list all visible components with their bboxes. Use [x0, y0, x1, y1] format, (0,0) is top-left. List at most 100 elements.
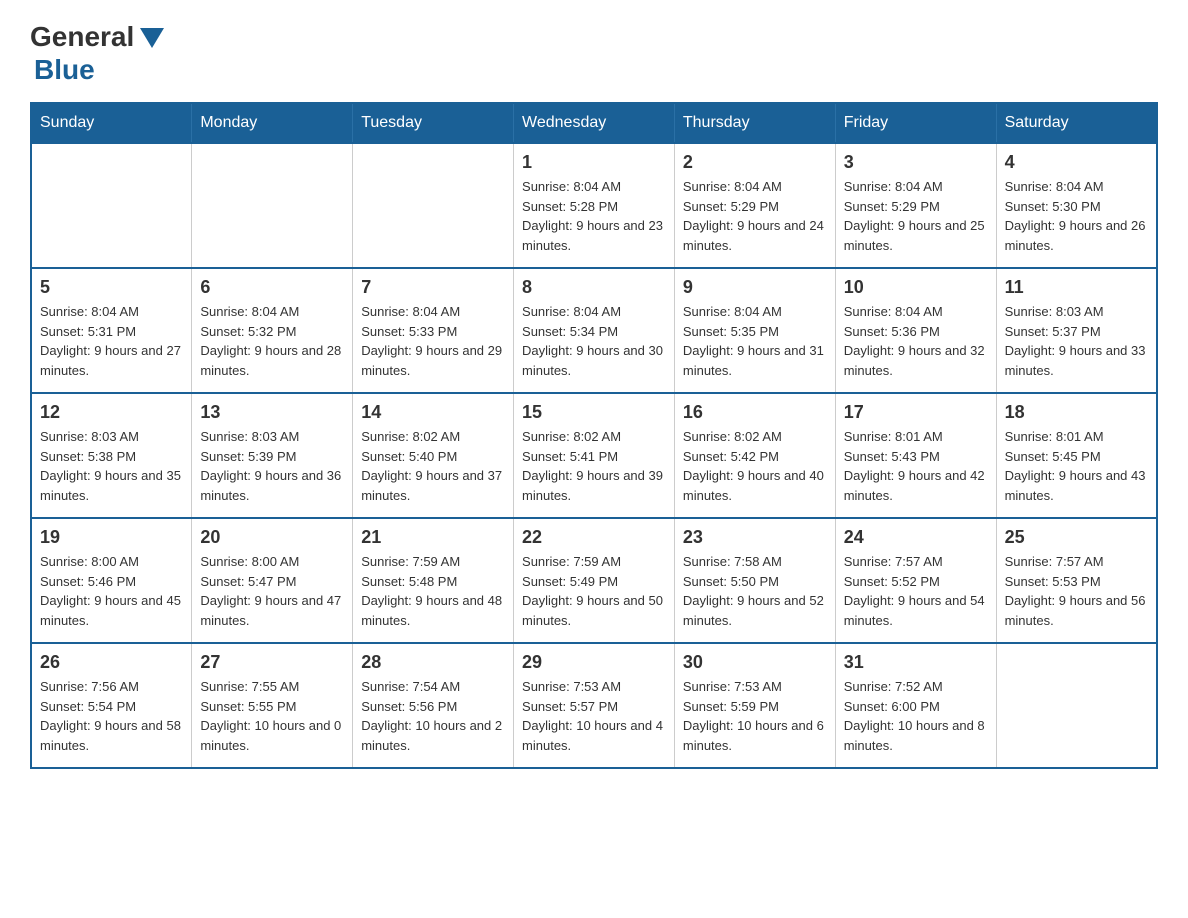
- day-number: 21: [361, 527, 505, 548]
- day-info: Sunrise: 8:04 AM Sunset: 5:29 PM Dayligh…: [683, 177, 827, 255]
- day-info: Sunrise: 7:56 AM Sunset: 5:54 PM Dayligh…: [40, 677, 183, 755]
- day-info: Sunrise: 8:03 AM Sunset: 5:37 PM Dayligh…: [1005, 302, 1148, 380]
- day-number: 6: [200, 277, 344, 298]
- day-info: Sunrise: 8:04 AM Sunset: 5:33 PM Dayligh…: [361, 302, 505, 380]
- day-number: 8: [522, 277, 666, 298]
- calendar-week-0: 1Sunrise: 8:04 AM Sunset: 5:28 PM Daylig…: [31, 143, 1157, 268]
- day-info: Sunrise: 8:02 AM Sunset: 5:42 PM Dayligh…: [683, 427, 827, 505]
- day-number: 15: [522, 402, 666, 423]
- day-info: Sunrise: 8:04 AM Sunset: 5:30 PM Dayligh…: [1005, 177, 1148, 255]
- day-number: 14: [361, 402, 505, 423]
- day-number: 5: [40, 277, 183, 298]
- calendar-header: SundayMondayTuesdayWednesdayThursdayFrid…: [31, 103, 1157, 143]
- calendar-cell: 16 Sunrise: 8:02 AM Sunset: 5:42 PM Dayli…: [674, 393, 835, 518]
- calendar-cell: 19 Sunrise: 8:00 AM Sunset: 5:46 PM Dayli…: [31, 518, 192, 643]
- day-info: Sunrise: 7:55 AM Sunset: 5:55 PM Dayligh…: [200, 677, 344, 755]
- day-info: Sunrise: 8:04 AM Sunset: 5:34 PM Dayligh…: [522, 302, 666, 380]
- calendar-cell: 15Sunrise: 8:02 AM Sunset: 5:41 PM Dayli…: [514, 393, 675, 518]
- calendar-cell: 8 Sunrise: 8:04 AM Sunset: 5:34 PM Daylig…: [514, 268, 675, 393]
- day-number: 12: [40, 402, 183, 423]
- day-number: 26: [40, 652, 183, 673]
- day-info: Sunrise: 8:04 AM Sunset: 5:29 PM Dayligh…: [844, 177, 988, 255]
- calendar-cell: 29 Sunrise: 7:53 AM Sunset: 5:57 PM Dayli…: [514, 643, 675, 768]
- day-info: Sunrise: 8:03 AM Sunset: 5:38 PM Dayligh…: [40, 427, 183, 505]
- header-cell-sunday: Sunday: [31, 103, 192, 143]
- calendar-week-2: 12 Sunrise: 8:03 AM Sunset: 5:38 PM Dayli…: [31, 393, 1157, 518]
- calendar-cell: 11Sunrise: 8:03 AM Sunset: 5:37 PM Dayli…: [996, 268, 1157, 393]
- day-info: Sunrise: 7:52 AM Sunset: 6:00 PM Dayligh…: [844, 677, 988, 755]
- calendar-cell: 17Sunrise: 8:01 AM Sunset: 5:43 PM Dayli…: [835, 393, 996, 518]
- day-number: 4: [1005, 152, 1148, 173]
- calendar-cell: 27 Sunrise: 7:55 AM Sunset: 5:55 PM Dayli…: [192, 643, 353, 768]
- day-number: 31: [844, 652, 988, 673]
- calendar-week-4: 26 Sunrise: 7:56 AM Sunset: 5:54 PM Dayli…: [31, 643, 1157, 768]
- day-number: 29: [522, 652, 666, 673]
- calendar-cell: 3 Sunrise: 8:04 AM Sunset: 5:29 PM Daylig…: [835, 143, 996, 268]
- day-info: Sunrise: 7:57 AM Sunset: 5:53 PM Dayligh…: [1005, 552, 1148, 630]
- day-info: Sunrise: 7:53 AM Sunset: 5:57 PM Dayligh…: [522, 677, 666, 755]
- calendar-week-3: 19 Sunrise: 8:00 AM Sunset: 5:46 PM Dayli…: [31, 518, 1157, 643]
- day-number: 16: [683, 402, 827, 423]
- calendar-cell: 2Sunrise: 8:04 AM Sunset: 5:29 PM Daylig…: [674, 143, 835, 268]
- day-info: Sunrise: 8:00 AM Sunset: 5:47 PM Dayligh…: [200, 552, 344, 630]
- calendar-cell: 20 Sunrise: 8:00 AM Sunset: 5:47 PM Dayli…: [192, 518, 353, 643]
- calendar-cell: [996, 643, 1157, 768]
- day-number: 19: [40, 527, 183, 548]
- header-cell-saturday: Saturday: [996, 103, 1157, 143]
- day-number: 9: [683, 277, 827, 298]
- calendar-week-1: 5 Sunrise: 8:04 AM Sunset: 5:31 PM Daylig…: [31, 268, 1157, 393]
- day-info: Sunrise: 8:01 AM Sunset: 5:43 PM Dayligh…: [844, 427, 988, 505]
- day-info: Sunrise: 8:00 AM Sunset: 5:46 PM Dayligh…: [40, 552, 183, 630]
- day-info: Sunrise: 8:03 AM Sunset: 5:39 PM Dayligh…: [200, 427, 344, 505]
- calendar-cell: 31 Sunrise: 7:52 AM Sunset: 6:00 PM Dayli…: [835, 643, 996, 768]
- calendar-cell: [31, 143, 192, 268]
- calendar-cell: 26 Sunrise: 7:56 AM Sunset: 5:54 PM Dayli…: [31, 643, 192, 768]
- calendar-cell: 10Sunrise: 8:04 AM Sunset: 5:36 PM Dayli…: [835, 268, 996, 393]
- day-info: Sunrise: 7:59 AM Sunset: 5:49 PM Dayligh…: [522, 552, 666, 630]
- calendar-cell: 28Sunrise: 7:54 AM Sunset: 5:56 PM Dayli…: [353, 643, 514, 768]
- header-cell-thursday: Thursday: [674, 103, 835, 143]
- day-number: 22: [522, 527, 666, 548]
- calendar-cell: 22 Sunrise: 7:59 AM Sunset: 5:49 PM Dayli…: [514, 518, 675, 643]
- day-info: Sunrise: 7:54 AM Sunset: 5:56 PM Dayligh…: [361, 677, 505, 755]
- calendar-cell: [353, 143, 514, 268]
- day-info: Sunrise: 7:57 AM Sunset: 5:52 PM Dayligh…: [844, 552, 988, 630]
- logo-general-text: General: [30, 21, 134, 53]
- day-info: Sunrise: 8:04 AM Sunset: 5:31 PM Dayligh…: [40, 302, 183, 380]
- header-row: SundayMondayTuesdayWednesdayThursdayFrid…: [31, 103, 1157, 143]
- day-number: 30: [683, 652, 827, 673]
- header-cell-monday: Monday: [192, 103, 353, 143]
- calendar-cell: 1Sunrise: 8:04 AM Sunset: 5:28 PM Daylig…: [514, 143, 675, 268]
- logo-triangle-icon: [136, 22, 168, 54]
- calendar-cell: 30 Sunrise: 7:53 AM Sunset: 5:59 PM Dayli…: [674, 643, 835, 768]
- header-cell-friday: Friday: [835, 103, 996, 143]
- calendar-cell: 9 Sunrise: 8:04 AM Sunset: 5:35 PM Daylig…: [674, 268, 835, 393]
- day-number: 27: [200, 652, 344, 673]
- day-number: 1: [522, 152, 666, 173]
- day-info: Sunrise: 7:59 AM Sunset: 5:48 PM Dayligh…: [361, 552, 505, 630]
- calendar-cell: [192, 143, 353, 268]
- calendar-cell: 7 Sunrise: 8:04 AM Sunset: 5:33 PM Daylig…: [353, 268, 514, 393]
- day-number: 24: [844, 527, 988, 548]
- day-number: 25: [1005, 527, 1148, 548]
- day-number: 3: [844, 152, 988, 173]
- calendar-cell: 18 Sunrise: 8:01 AM Sunset: 5:45 PM Dayli…: [996, 393, 1157, 518]
- day-info: Sunrise: 8:01 AM Sunset: 5:45 PM Dayligh…: [1005, 427, 1148, 505]
- calendar-cell: 23Sunrise: 7:58 AM Sunset: 5:50 PM Dayli…: [674, 518, 835, 643]
- day-info: Sunrise: 8:04 AM Sunset: 5:35 PM Dayligh…: [683, 302, 827, 380]
- day-info: Sunrise: 7:53 AM Sunset: 5:59 PM Dayligh…: [683, 677, 827, 755]
- logo: General Blue: [30, 20, 168, 86]
- calendar-cell: 4 Sunrise: 8:04 AM Sunset: 5:30 PM Daylig…: [996, 143, 1157, 268]
- calendar-cell: 5 Sunrise: 8:04 AM Sunset: 5:31 PM Daylig…: [31, 268, 192, 393]
- calendar-cell: 12 Sunrise: 8:03 AM Sunset: 5:38 PM Dayli…: [31, 393, 192, 518]
- calendar-cell: 21 Sunrise: 7:59 AM Sunset: 5:48 PM Dayli…: [353, 518, 514, 643]
- calendar-table: SundayMondayTuesdayWednesdayThursdayFrid…: [30, 102, 1158, 769]
- calendar-cell: 24 Sunrise: 7:57 AM Sunset: 5:52 PM Dayli…: [835, 518, 996, 643]
- day-number: 23: [683, 527, 827, 548]
- header-cell-tuesday: Tuesday: [353, 103, 514, 143]
- day-number: 18: [1005, 402, 1148, 423]
- day-number: 20: [200, 527, 344, 548]
- day-number: 7: [361, 277, 505, 298]
- day-number: 10: [844, 277, 988, 298]
- calendar-cell: 13Sunrise: 8:03 AM Sunset: 5:39 PM Dayli…: [192, 393, 353, 518]
